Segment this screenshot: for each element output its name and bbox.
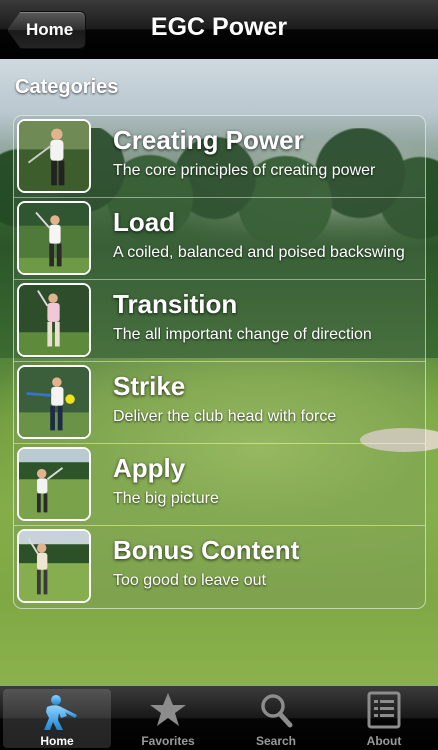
category-title: Creating Power xyxy=(113,125,304,155)
tab-label: Search xyxy=(255,734,297,748)
category-thumbnail xyxy=(17,119,91,193)
section-header: Categories xyxy=(15,76,119,98)
category-title: Transition xyxy=(113,289,238,319)
tab-bar: Home Favorites Search About xyxy=(0,686,438,750)
category-row-strike[interactable]: Strike Deliver the club head with force xyxy=(14,362,425,444)
category-thumbnail xyxy=(17,365,91,439)
category-thumbnail xyxy=(17,529,91,603)
document-icon xyxy=(364,691,404,729)
tab-home[interactable]: Home xyxy=(3,689,111,748)
navigation-bar: Home EGC Power xyxy=(0,0,438,59)
category-subtitle: The all important change of direction xyxy=(113,326,372,343)
star-icon xyxy=(148,691,188,729)
category-subtitle: The big picture xyxy=(113,490,219,507)
category-row-apply[interactable]: Apply The big picture xyxy=(14,444,425,526)
category-row-bonus-content[interactable]: Bonus Content Too good to leave out xyxy=(14,526,425,608)
category-title: Apply xyxy=(113,453,186,483)
tab-about[interactable]: About xyxy=(330,686,438,750)
category-row-load[interactable]: Load A coiled, balanced and poised backs… xyxy=(14,198,425,280)
tab-label: Favorites xyxy=(141,734,195,748)
category-thumbnail xyxy=(17,447,91,521)
category-thumbnail xyxy=(17,283,91,357)
category-subtitle: Deliver the club head with force xyxy=(113,408,337,425)
nav-title: EGC Power xyxy=(150,13,288,41)
tab-favorites[interactable]: Favorites xyxy=(114,686,222,750)
category-row-transition[interactable]: Transition The all important change of d… xyxy=(14,280,425,362)
tab-label: About xyxy=(366,734,402,748)
category-subtitle: Too good to leave out xyxy=(113,572,267,589)
category-title: Load xyxy=(113,207,176,237)
tab-search[interactable]: Search xyxy=(222,686,330,750)
category-subtitle: The core principles of creating power xyxy=(113,162,376,179)
category-row-creating-power[interactable]: Creating Power The core principles of cr… xyxy=(14,116,425,198)
golfer-icon xyxy=(37,694,77,732)
category-list: Creating Power The core principles of cr… xyxy=(13,115,426,609)
tab-label: Home xyxy=(40,734,74,748)
category-title: Bonus Content xyxy=(113,535,300,565)
category-thumbnail xyxy=(17,201,91,275)
category-subtitle: A coiled, balanced and poised backswing xyxy=(113,244,405,261)
category-title: Strike xyxy=(113,371,186,401)
magnifier-icon xyxy=(256,691,296,729)
